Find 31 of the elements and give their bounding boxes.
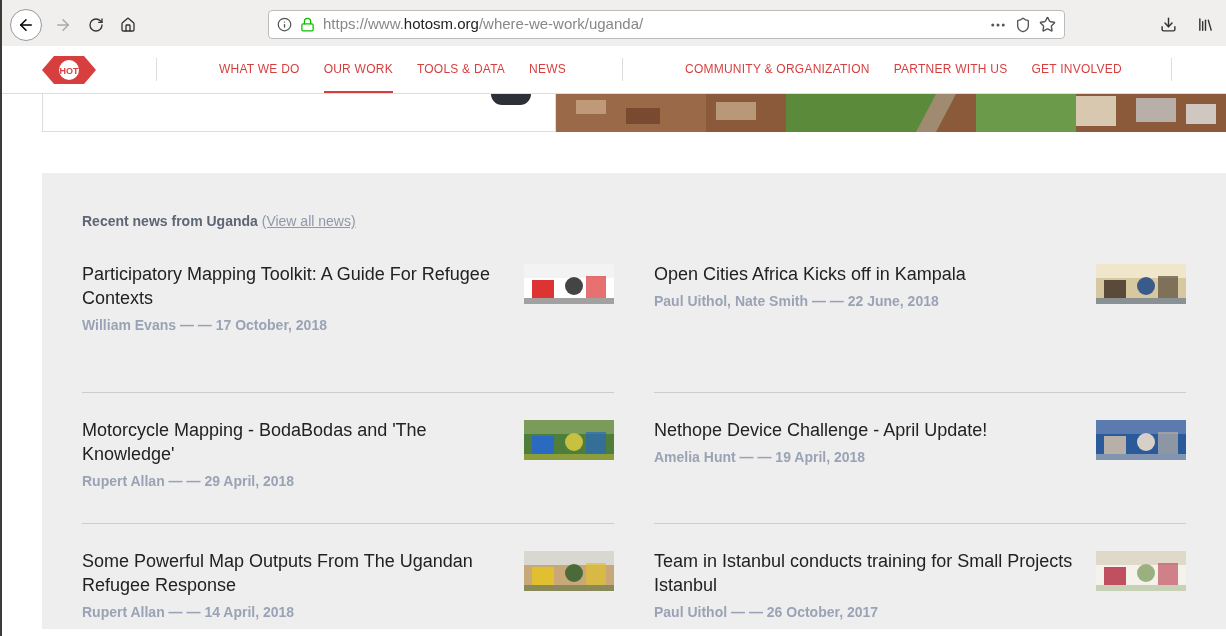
library-icon[interactable] [1197, 16, 1214, 33]
nav-link[interactable]: COMMUNITY & ORGANIZATION [685, 46, 870, 93]
nav-link[interactable]: WHAT WE DO [219, 46, 300, 93]
article-title[interactable]: Open Cities Africa Kicks off in Kampala [654, 262, 1074, 286]
nav-link[interactable]: TOOLS & DATA [416, 46, 506, 93]
article-title[interactable]: Participatory Mapping Toolkit: A Guide For Refugee Contexts [82, 262, 502, 310]
article-byline: Rupert Allan — — 29 April, 2018 [82, 472, 296, 491]
article-title[interactable]: Nethope Device Challenge - April Update! [654, 418, 1074, 442]
article-title[interactable]: Some Powerful Map Outputs From The Ugandan Refugee Response [82, 549, 502, 597]
logo-icon[interactable]: HOT [42, 53, 96, 86]
url-text: https://www.hotosm.org/where-we-work/uganda/ [323, 14, 644, 35]
article-byline: William Evans — — 17 October, 2018 [82, 316, 328, 335]
reload-icon[interactable] [88, 16, 104, 33]
address-bar[interactable]: https://www.hotosm.org/where-we-work/uganda/ [268, 10, 1065, 39]
info-icon[interactable] [277, 17, 292, 32]
home-icon[interactable] [120, 16, 136, 33]
article-byline: Paul Uithol — — 26 October, 2017 [654, 603, 880, 622]
article-byline: Rupert Allan — — 14 April, 2018 [82, 603, 296, 622]
article-byline: Paul Uithol, Nate Smith — — 22 June, 2018 [654, 292, 940, 311]
article-title[interactable]: Motorcycle Mapping - BodaBodas and 'The Knowledge' [82, 418, 502, 466]
download-icon[interactable] [1160, 16, 1177, 33]
article-byline: Amelia Hunt — — 19 April, 2018 [654, 448, 867, 467]
nav-link[interactable]: NEWS [529, 46, 567, 93]
section-heading: Recent news from Uganda [82, 213, 258, 229]
back-button[interactable] [10, 8, 42, 41]
nav-link[interactable]: PARTNER WITH US [893, 46, 1008, 93]
nav-link[interactable]: GET INVOLVED [1031, 46, 1122, 93]
bookmark-icon[interactable] [1039, 16, 1056, 33]
lock-icon [300, 17, 315, 32]
article-title[interactable]: Team in Istanbul conducts training for Small Projects Istanbul [654, 549, 1074, 597]
view-all-link[interactable]: (View all news) [261, 213, 356, 229]
